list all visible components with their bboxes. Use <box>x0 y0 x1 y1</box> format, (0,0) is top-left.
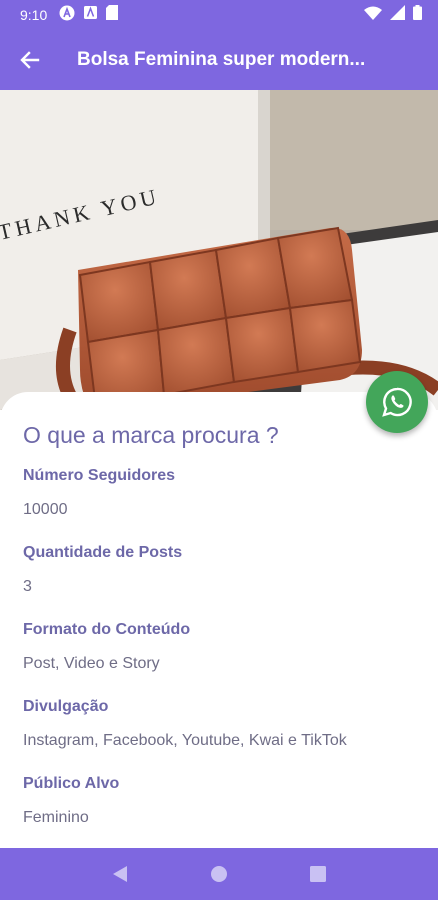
a-circle-icon <box>59 5 75 26</box>
signal-icon <box>390 5 405 25</box>
field-content-format: Formato do Conteúdo Post, Video e Story <box>23 621 415 675</box>
field-label: Divulgação <box>23 698 109 715</box>
app-bar: Bolsa Feminina super modern... <box>0 30 438 90</box>
field-value: 3 <box>23 578 32 595</box>
field-channels: Divulgação Instagram, Facebook, Youtube,… <box>23 698 415 752</box>
sd-card-icon <box>106 5 119 25</box>
battery-icon <box>413 5 422 25</box>
whatsapp-button[interactable] <box>366 371 428 433</box>
recents-square-icon <box>310 866 327 882</box>
card-title: O que a marca procura ? <box>23 422 279 448</box>
field-label: Número Seguidores <box>23 467 176 484</box>
whatsapp-icon <box>382 387 412 417</box>
back-triangle-icon <box>112 866 127 882</box>
nav-home-button[interactable] <box>199 854 239 894</box>
system-nav-bar <box>0 848 438 900</box>
status-icons-right <box>364 5 422 25</box>
a-square-icon <box>84 6 98 24</box>
field-value: Post, Video e Story <box>23 655 160 672</box>
field-label: Formato do Conteúdo <box>23 621 191 638</box>
arrow-left-icon <box>20 51 40 69</box>
field-value: Feminino <box>23 809 89 826</box>
field-posts: Quantidade de Posts 3 <box>23 544 415 598</box>
field-value: 10000 <box>23 501 68 518</box>
wifi-icon <box>364 6 382 25</box>
field-label: Quantidade de Posts <box>23 544 183 561</box>
field-value: Instagram, Facebook, Youtube, Kwai e Tik… <box>23 732 347 749</box>
status-time: 9:10 <box>20 7 48 23</box>
home-circle-icon <box>210 866 227 882</box>
field-label: Público Alvo <box>23 775 120 792</box>
field-followers: Número Seguidores 10000 <box>23 467 415 521</box>
back-button[interactable] <box>0 30 60 90</box>
page-title: Bolsa Feminina super modern... <box>77 49 366 70</box>
status-icons-left <box>59 5 119 26</box>
nav-recents-button[interactable] <box>298 854 338 894</box>
field-target-audience: Público Alvo Feminino <box>23 775 415 829</box>
nav-back-button[interactable] <box>100 854 140 894</box>
brand-requirements-card: O que a marca procura ? Número Seguidore… <box>0 392 438 848</box>
status-bar: 9:10 <box>0 0 438 30</box>
product-image: THANK YOU <box>0 90 438 410</box>
